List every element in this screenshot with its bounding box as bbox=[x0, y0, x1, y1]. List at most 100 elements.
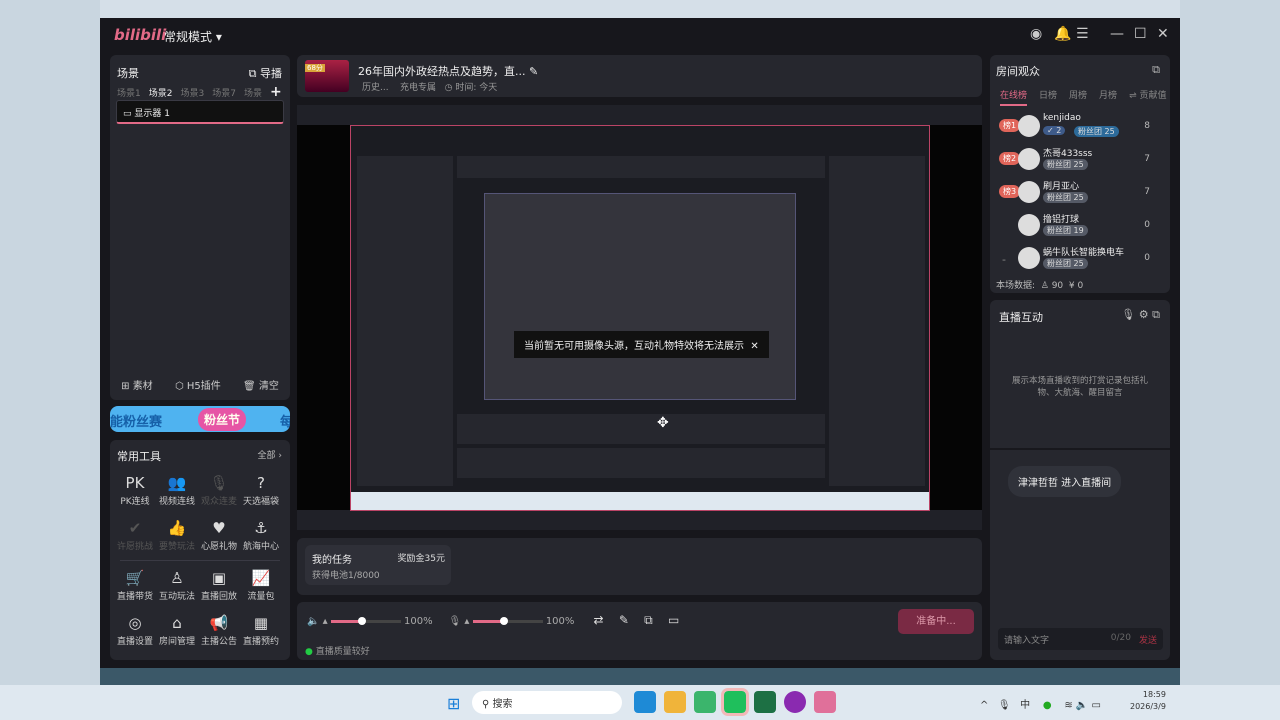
scene-tab[interactable]: 场景 bbox=[244, 89, 262, 99]
tool-icon: ▦ bbox=[253, 614, 269, 632]
contribution-count: 0 bbox=[1144, 253, 1150, 263]
tool-item[interactable]: 👍 要赞玩法 bbox=[156, 519, 198, 552]
tool-item[interactable]: ▦ 直播预约 bbox=[240, 614, 282, 647]
contribution-count: 0 bbox=[1144, 220, 1150, 230]
audience-list: 榜1 kenjidao ✓ 2 粉丝团 25 8 榜2 杰哥433sss 粉丝团 25 7 榜3 刷… bbox=[990, 113, 1162, 278]
tool-item[interactable]: ♥ 心愿礼物 bbox=[198, 519, 240, 552]
h5-plugin-button[interactable]: ⬡ H5插件 bbox=[175, 377, 221, 392]
tool-item[interactable]: ◎ 直播设置 bbox=[114, 614, 156, 647]
scene-tab[interactable]: 场景3 bbox=[180, 89, 204, 99]
start-live-button[interactable]: 准备中... bbox=[898, 609, 974, 634]
stream-title[interactable]: 26年国内外政经热点及趋势，直... ✎ bbox=[358, 63, 538, 79]
menu-icon[interactable]: ☰ bbox=[1076, 26, 1089, 42]
audience-tab[interactable]: 日榜 bbox=[1039, 91, 1057, 101]
tool-label: 直播回放 bbox=[200, 592, 237, 602]
camera-icon[interactable]: ▭ bbox=[668, 613, 679, 627]
audience-tab[interactable]: 月榜 bbox=[1099, 91, 1117, 101]
app-icon[interactable] bbox=[664, 691, 686, 713]
audience-tab[interactable]: ⇌ 贡献值 bbox=[1129, 91, 1166, 101]
switch-icon[interactable]: ⇄ bbox=[593, 613, 603, 627]
h5-label: H5插件 bbox=[186, 381, 221, 392]
audience-row[interactable]: 榜3 刷月亚心 粉丝团 25 7 bbox=[990, 179, 1162, 212]
mic-request-icon[interactable]: 🎙 bbox=[1121, 308, 1135, 321]
quality-status: ● 直播质量较好 bbox=[305, 647, 370, 657]
start-icon[interactable]: ⊞ bbox=[447, 694, 460, 713]
stats-label: 本场数据: bbox=[996, 281, 1036, 291]
fan-festival-banner[interactable]: 能粉丝赛 粉丝节 每 bbox=[110, 406, 290, 432]
bell-icon[interactable]: 🔔 bbox=[1054, 26, 1071, 42]
tool-item[interactable]: 🛒 直播带货 bbox=[114, 569, 156, 602]
notice-close-icon[interactable]: ✕ bbox=[750, 341, 758, 352]
edge-icon[interactable] bbox=[634, 691, 656, 713]
tool-item[interactable]: ⌂ 房间管理 bbox=[156, 614, 198, 647]
scene-tab[interactable]: 场景2 bbox=[149, 89, 173, 99]
scene-tab[interactable]: 场景7 bbox=[212, 89, 236, 99]
minimize-button[interactable]: — bbox=[1110, 26, 1124, 42]
settings-icon[interactable]: ⚙ bbox=[1139, 308, 1149, 321]
mode-dropdown[interactable]: 常规模式 ▾ bbox=[164, 28, 222, 45]
tool-icon: 👥 bbox=[167, 474, 187, 492]
tool-label: 互动玩法 bbox=[158, 592, 195, 602]
task-panel: 我的任务 奖励金35元 获得电池1/8000 bbox=[297, 538, 982, 595]
speaker-icon[interactable]: 🔈 bbox=[307, 616, 319, 627]
maximize-button[interactable]: ☐ bbox=[1134, 26, 1147, 42]
rank-badge: 榜3 bbox=[999, 185, 1021, 198]
popout-icon[interactable]: ⧉ bbox=[1152, 63, 1160, 77]
tools-all-link[interactable]: 全部 › bbox=[258, 448, 282, 461]
app-icon[interactable] bbox=[784, 691, 806, 713]
task-card[interactable]: 我的任务 奖励金35元 获得电池1/8000 bbox=[305, 545, 451, 585]
scene-tab[interactable]: 场景1 bbox=[117, 89, 141, 99]
speaker-volume: 100% bbox=[404, 616, 433, 627]
tool-icon: ? bbox=[257, 474, 265, 492]
tool-item[interactable]: ? 天选福袋 bbox=[240, 474, 282, 507]
audience-row[interactable]: - 蜗牛队长智能换电车 粉丝团 25 0 bbox=[990, 245, 1162, 278]
medal-badge: 粉丝团 19 bbox=[1043, 225, 1088, 236]
tool-item[interactable]: PK PK连线 bbox=[114, 474, 156, 507]
tool-icon: ⚓ bbox=[254, 519, 268, 537]
preview-area[interactable]: 当前暂无可用摄像头源，互动礼物特效将无法展示 ✕ ✥ bbox=[297, 105, 982, 530]
tool-item[interactable]: ▣ 直播回放 bbox=[198, 569, 240, 602]
beauty-icon[interactable]: ✎ bbox=[619, 613, 629, 627]
stream-thumbnail[interactable]: 68分 bbox=[305, 60, 349, 92]
close-button[interactable]: ✕ bbox=[1157, 26, 1169, 42]
tray-icon[interactable]: ● bbox=[1043, 700, 1052, 711]
wifi-icon[interactable]: ≋ bbox=[1064, 700, 1072, 711]
add-scene-icon[interactable]: + bbox=[270, 84, 282, 100]
material-button[interactable]: ⊞ 素材 bbox=[121, 377, 153, 392]
tool-item[interactable]: 📢 主播公告 bbox=[198, 614, 240, 647]
screen-icon[interactable]: ⧉ bbox=[644, 613, 653, 627]
bilibili-live-icon[interactable] bbox=[814, 691, 836, 713]
audience-tab[interactable]: 在线榜 bbox=[1000, 91, 1028, 106]
audience-row[interactable]: 榜2 杰哥433sss 粉丝团 25 7 bbox=[990, 146, 1162, 179]
tool-item[interactable]: ✔ 许愿挑战 bbox=[114, 519, 156, 552]
send-button[interactable]: 发送 bbox=[1139, 633, 1157, 646]
excel-icon[interactable] bbox=[754, 691, 776, 713]
wechat-icon[interactable] bbox=[721, 688, 749, 716]
tool-item[interactable]: ♙ 互动玩法 bbox=[156, 569, 198, 602]
audience-row[interactable]: 榜1 kenjidao ✓ 2 粉丝团 25 8 bbox=[990, 113, 1162, 146]
volume-icon[interactable]: 🔈 bbox=[1076, 700, 1088, 711]
tool-item[interactable]: ⚓ 航海中心 bbox=[240, 519, 282, 552]
splitter[interactable] bbox=[990, 448, 1170, 450]
audience-tab[interactable]: 周榜 bbox=[1069, 91, 1087, 101]
chat-app-icon[interactable] bbox=[694, 691, 716, 713]
tool-item[interactable]: 📈 流量包 bbox=[240, 569, 282, 602]
avatar[interactable]: ◉ bbox=[1030, 26, 1042, 42]
level-text: 2 bbox=[1056, 126, 1062, 135]
ime-indicator[interactable]: 中 bbox=[1020, 700, 1030, 711]
mic-icon[interactable]: 🎙 bbox=[449, 616, 462, 627]
tool-item[interactable]: 🎙 观众连麦 bbox=[198, 474, 240, 507]
audience-row[interactable]: 撸铝打球 粉丝团 19 0 bbox=[990, 212, 1162, 245]
battery-icon[interactable]: ▭ bbox=[1092, 700, 1101, 711]
tool-item[interactable]: 👥 视频连线 bbox=[156, 474, 198, 507]
taskbar-search[interactable]: ⚲ 搜索 bbox=[472, 691, 622, 714]
tool-label: 观众连麦 bbox=[200, 497, 237, 507]
popout-icon[interactable]: ⧉ bbox=[1152, 308, 1160, 321]
director-button[interactable]: ⧉ 导播 bbox=[249, 65, 282, 81]
chat-input[interactable]: 请输入文字 0/20 发送 bbox=[998, 628, 1163, 650]
speaker-slider[interactable] bbox=[330, 616, 401, 625]
mic-slider[interactable] bbox=[472, 616, 543, 625]
clear-button[interactable]: 🗑 清空 bbox=[243, 377, 279, 392]
source-item[interactable]: ▭ 显示器 1 bbox=[116, 100, 284, 124]
clock[interactable]: 18:59 2026/3/9 bbox=[1130, 689, 1166, 713]
